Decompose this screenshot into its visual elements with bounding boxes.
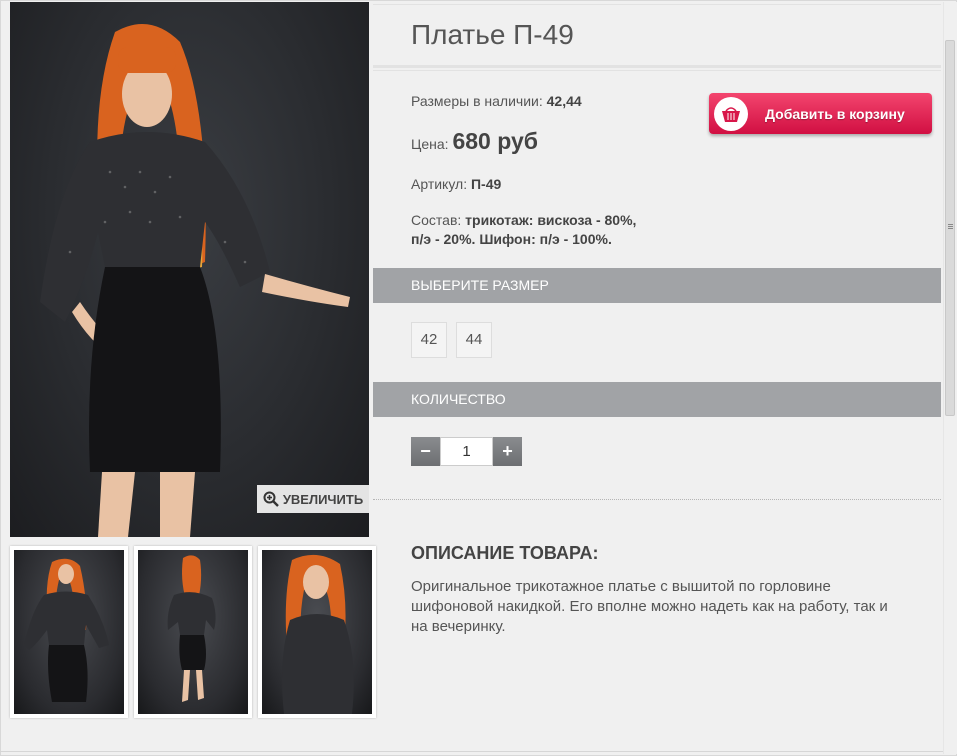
basket-icon [714, 96, 748, 131]
zoom-button[interactable]: УВЕЛИЧИТЬ [257, 485, 369, 513]
add-to-cart-label: Добавить в корзину [765, 105, 905, 122]
title-bar: Платье П-49 [373, 4, 941, 68]
composition-value-2: п/э - 20%. Шифон: п/э - 100%. [411, 231, 612, 247]
main-product-photo[interactable]: УВЕЛИЧИТЬ [10, 2, 369, 537]
quantity-section-header: КОЛИЧЕСТВО [373, 382, 941, 417]
grip-icon [948, 224, 953, 230]
sizes-label: Размеры в наличии: [411, 93, 543, 109]
composition: Состав: трикотаж: вискоза - 80%, п/э - 2… [411, 211, 636, 249]
composition-value-1: трикотаж: вискоза - 80%, [465, 212, 637, 228]
product-title: Платье П-49 [411, 19, 574, 50]
size-option-42[interactable]: 42 [411, 322, 447, 358]
composition-label: Состав: [411, 212, 462, 228]
zoom-label: УВЕЛИЧИТЬ [282, 491, 364, 507]
price-label: Цена: [411, 136, 449, 152]
sizes-value: 42,44 [546, 93, 582, 109]
magnifier-plus-icon [263, 491, 279, 507]
bottom-border [0, 751, 943, 752]
add-to-cart-button[interactable]: Добавить в корзину [709, 93, 932, 134]
thumbnail-image [262, 550, 372, 714]
divider [373, 70, 941, 71]
model-illustration [40, 24, 350, 537]
quantity-increase-button[interactable]: + [493, 437, 522, 466]
article-value: П-49 [470, 176, 502, 192]
dotted-divider [373, 499, 941, 500]
thumbnail-image [14, 550, 124, 714]
price: Цена: 680 руб [411, 128, 538, 155]
description-heading: ОПИСАНИЕ ТОВАРА: [411, 543, 599, 563]
size-section-header: ВЫБЕРИТЕ РАЗМЕР [373, 268, 941, 303]
article-label: Артикул: [411, 176, 468, 192]
article: Артикул: П-49 [411, 176, 501, 192]
thumbnail-closeup[interactable] [258, 546, 376, 718]
quantity-stepper: − + [411, 437, 522, 466]
quantity-decrease-button[interactable]: − [411, 437, 440, 466]
size-option-44[interactable]: 44 [456, 322, 492, 358]
scrollbar-thumb[interactable] [945, 40, 955, 416]
description-text: Оригинальное трикотажное платье с вышито… [411, 578, 888, 635]
thumbnail-image [138, 550, 248, 714]
thumbnail-back[interactable] [134, 546, 252, 718]
thumbnail-front[interactable] [10, 546, 128, 718]
sizes-available: Размеры в наличии: 42,44 [411, 93, 582, 109]
scrollbar[interactable] [943, 2, 957, 754]
price-value: 680 руб [452, 128, 538, 154]
quantity-input[interactable] [440, 437, 493, 466]
